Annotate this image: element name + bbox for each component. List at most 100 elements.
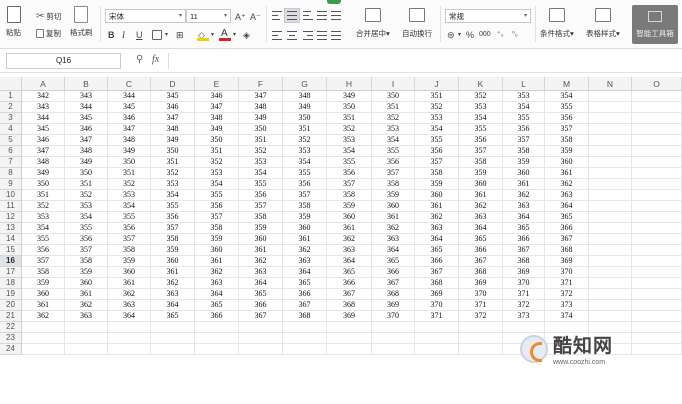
cell[interactable]: 356 <box>327 168 372 179</box>
cell[interactable] <box>632 278 682 289</box>
cell[interactable]: 351 <box>65 179 108 190</box>
cell[interactable]: 351 <box>372 102 415 113</box>
cell[interactable]: 356 <box>545 113 589 124</box>
cell[interactable] <box>327 322 372 333</box>
percent-icon[interactable]: % <box>466 30 474 40</box>
cell[interactable]: 372 <box>503 300 545 311</box>
copy-button[interactable]: 复制 <box>36 28 61 39</box>
cell[interactable]: 364 <box>372 245 415 256</box>
cell[interactable]: 363 <box>415 223 459 234</box>
cell[interactable]: 358 <box>65 256 108 267</box>
cell[interactable]: 369 <box>372 300 415 311</box>
cell[interactable]: 360 <box>372 201 415 212</box>
thousands-icon[interactable]: 000 <box>479 30 491 40</box>
chevron-down-icon[interactable]: ▾ <box>233 30 236 40</box>
cell[interactable]: 358 <box>22 267 65 278</box>
conditional-format-button[interactable]: 条件格式▾ <box>540 8 574 39</box>
cell[interactable]: 364 <box>503 212 545 223</box>
column-header[interactable]: J <box>415 77 459 91</box>
cell[interactable]: 361 <box>22 300 65 311</box>
cell[interactable]: 367 <box>503 245 545 256</box>
cell[interactable]: 360 <box>327 212 372 223</box>
cell[interactable]: 352 <box>415 102 459 113</box>
cell[interactable]: 345 <box>22 124 65 135</box>
row-header[interactable]: 17 <box>0 267 22 278</box>
cell[interactable]: 353 <box>239 157 283 168</box>
cell[interactable]: 345 <box>65 113 108 124</box>
cell[interactable]: 363 <box>503 201 545 212</box>
cell[interactable] <box>195 344 239 355</box>
cell[interactable]: 348 <box>195 113 239 124</box>
row-header[interactable]: 13 <box>0 223 22 234</box>
cell[interactable] <box>589 113 632 124</box>
cell[interactable]: 362 <box>65 300 108 311</box>
cell[interactable]: 354 <box>22 223 65 234</box>
cell[interactable]: 368 <box>327 300 372 311</box>
cell[interactable]: 363 <box>459 212 503 223</box>
cell[interactable]: 356 <box>65 234 108 245</box>
align-top-icon[interactable] <box>272 11 282 20</box>
cell[interactable] <box>195 333 239 344</box>
cell[interactable]: 351 <box>415 91 459 102</box>
chevron-down-icon[interactable]: ▾ <box>211 30 214 40</box>
paste-button[interactable]: 粘贴 <box>6 6 21 38</box>
formula-input[interactable] <box>168 53 678 69</box>
cell[interactable] <box>589 135 632 146</box>
cell[interactable]: 351 <box>239 135 283 146</box>
cell[interactable]: 358 <box>545 135 589 146</box>
cell[interactable]: 362 <box>108 289 151 300</box>
cell[interactable]: 354 <box>415 124 459 135</box>
cell[interactable]: 371 <box>503 289 545 300</box>
cell[interactable] <box>589 168 632 179</box>
cell[interactable] <box>632 234 682 245</box>
cell[interactable]: 350 <box>151 146 195 157</box>
column-header[interactable]: I <box>372 77 415 91</box>
cell[interactable]: 370 <box>459 289 503 300</box>
cell[interactable]: 354 <box>545 91 589 102</box>
cell[interactable]: 348 <box>239 102 283 113</box>
cell[interactable] <box>632 322 682 333</box>
cell[interactable]: 353 <box>22 212 65 223</box>
cell[interactable]: 362 <box>22 311 65 322</box>
justify-icon[interactable] <box>317 31 327 40</box>
smart-toolbox-button[interactable]: 智能工具箱 <box>632 5 678 44</box>
cell[interactable]: 364 <box>459 223 503 234</box>
cell[interactable]: 364 <box>283 267 327 278</box>
row-header[interactable]: 21 <box>0 311 22 322</box>
cell[interactable]: 353 <box>459 102 503 113</box>
cell[interactable]: 357 <box>22 256 65 267</box>
cell[interactable]: 359 <box>415 179 459 190</box>
cell[interactable]: 359 <box>65 267 108 278</box>
italic-button[interactable]: I <box>122 30 125 40</box>
cell[interactable]: 357 <box>415 157 459 168</box>
cell[interactable]: 353 <box>503 91 545 102</box>
cell[interactable]: 368 <box>503 256 545 267</box>
row-header[interactable]: 10 <box>0 190 22 201</box>
column-header[interactable]: E <box>195 77 239 91</box>
orientation-icon[interactable] <box>317 11 327 20</box>
cell[interactable]: 365 <box>327 267 372 278</box>
name-box[interactable]: Q16 <box>6 53 121 69</box>
cell[interactable] <box>327 344 372 355</box>
cell[interactable]: 365 <box>195 300 239 311</box>
eraser-icon[interactable]: ◈ <box>243 30 250 40</box>
cell[interactable]: 358 <box>239 212 283 223</box>
cell[interactable]: 360 <box>108 267 151 278</box>
cell[interactable] <box>632 245 682 256</box>
cell[interactable]: 369 <box>415 289 459 300</box>
cell[interactable]: 364 <box>195 289 239 300</box>
cell[interactable]: 355 <box>372 146 415 157</box>
cell[interactable] <box>589 157 632 168</box>
row-header[interactable]: 1 <box>0 91 22 102</box>
cell[interactable]: 358 <box>459 157 503 168</box>
cell[interactable]: 352 <box>195 157 239 168</box>
cell[interactable]: 356 <box>108 223 151 234</box>
cell[interactable]: 359 <box>283 212 327 223</box>
cell[interactable] <box>108 322 151 333</box>
cell[interactable]: 370 <box>415 300 459 311</box>
cell[interactable] <box>632 344 682 355</box>
cell[interactable]: 359 <box>545 146 589 157</box>
cell[interactable] <box>459 322 503 333</box>
cell[interactable] <box>151 333 195 344</box>
indent-icon[interactable] <box>331 11 341 20</box>
